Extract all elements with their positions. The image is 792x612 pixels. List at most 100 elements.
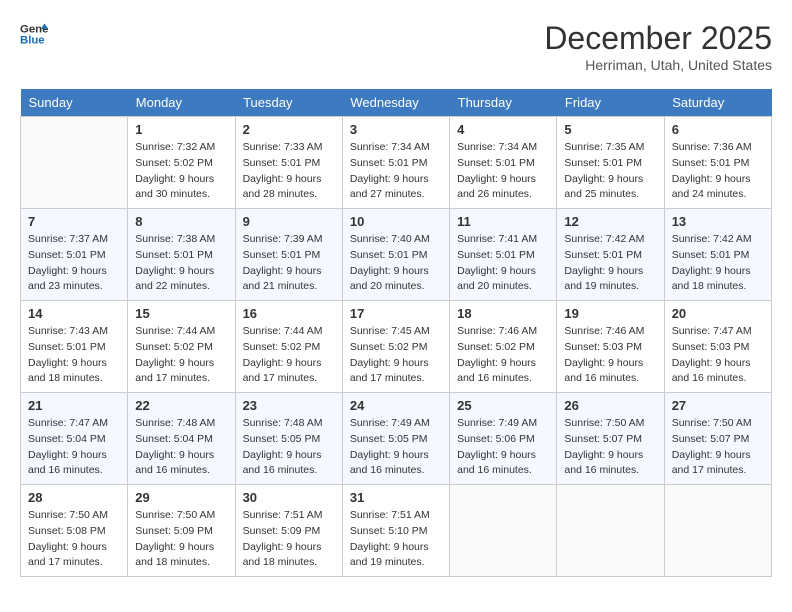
day-cell: 23 Sunrise: 7:48 AMSunset: 5:05 PMDaylig… [235, 393, 342, 485]
day-cell: 29 Sunrise: 7:50 AMSunset: 5:09 PMDaylig… [128, 485, 235, 577]
location: Herriman, Utah, United States [544, 57, 772, 73]
day-info: Sunrise: 7:34 AMSunset: 5:01 PMDaylight:… [350, 140, 442, 203]
day-info: Sunrise: 7:34 AMSunset: 5:01 PMDaylight:… [457, 140, 549, 203]
day-info: Sunrise: 7:50 AMSunset: 5:08 PMDaylight:… [28, 508, 120, 571]
header-row: SundayMondayTuesdayWednesdayThursdayFrid… [21, 89, 772, 117]
day-number: 18 [457, 306, 549, 321]
day-cell: 28 Sunrise: 7:50 AMSunset: 5:08 PMDaylig… [21, 485, 128, 577]
day-info: Sunrise: 7:43 AMSunset: 5:01 PMDaylight:… [28, 324, 120, 387]
day-info: Sunrise: 7:50 AMSunset: 5:07 PMDaylight:… [672, 416, 764, 479]
day-cell [450, 485, 557, 577]
logo: General Blue [20, 20, 48, 48]
day-cell: 15 Sunrise: 7:44 AMSunset: 5:02 PMDaylig… [128, 301, 235, 393]
day-number: 3 [350, 122, 442, 137]
day-cell: 2 Sunrise: 7:33 AMSunset: 5:01 PMDayligh… [235, 117, 342, 209]
day-cell: 26 Sunrise: 7:50 AMSunset: 5:07 PMDaylig… [557, 393, 664, 485]
day-number: 22 [135, 398, 227, 413]
col-header-thursday: Thursday [450, 89, 557, 117]
day-cell: 18 Sunrise: 7:46 AMSunset: 5:02 PMDaylig… [450, 301, 557, 393]
day-number: 13 [672, 214, 764, 229]
day-info: Sunrise: 7:51 AMSunset: 5:10 PMDaylight:… [350, 508, 442, 571]
day-cell: 8 Sunrise: 7:38 AMSunset: 5:01 PMDayligh… [128, 209, 235, 301]
day-number: 10 [350, 214, 442, 229]
day-info: Sunrise: 7:49 AMSunset: 5:05 PMDaylight:… [350, 416, 442, 479]
day-info: Sunrise: 7:41 AMSunset: 5:01 PMDaylight:… [457, 232, 549, 295]
day-number: 17 [350, 306, 442, 321]
day-cell: 1 Sunrise: 7:32 AMSunset: 5:02 PMDayligh… [128, 117, 235, 209]
day-info: Sunrise: 7:45 AMSunset: 5:02 PMDaylight:… [350, 324, 442, 387]
day-cell: 20 Sunrise: 7:47 AMSunset: 5:03 PMDaylig… [664, 301, 771, 393]
calendar-table: SundayMondayTuesdayWednesdayThursdayFrid… [20, 89, 772, 577]
day-info: Sunrise: 7:51 AMSunset: 5:09 PMDaylight:… [243, 508, 335, 571]
day-info: Sunrise: 7:40 AMSunset: 5:01 PMDaylight:… [350, 232, 442, 295]
day-number: 31 [350, 490, 442, 505]
day-info: Sunrise: 7:47 AMSunset: 5:04 PMDaylight:… [28, 416, 120, 479]
svg-text:Blue: Blue [20, 35, 45, 47]
day-number: 23 [243, 398, 335, 413]
day-info: Sunrise: 7:42 AMSunset: 5:01 PMDaylight:… [564, 232, 656, 295]
day-info: Sunrise: 7:48 AMSunset: 5:04 PMDaylight:… [135, 416, 227, 479]
day-cell: 14 Sunrise: 7:43 AMSunset: 5:01 PMDaylig… [21, 301, 128, 393]
day-number: 20 [672, 306, 764, 321]
day-cell [557, 485, 664, 577]
week-row-1: 1 Sunrise: 7:32 AMSunset: 5:02 PMDayligh… [21, 117, 772, 209]
day-info: Sunrise: 7:48 AMSunset: 5:05 PMDaylight:… [243, 416, 335, 479]
day-cell: 6 Sunrise: 7:36 AMSunset: 5:01 PMDayligh… [664, 117, 771, 209]
col-header-friday: Friday [557, 89, 664, 117]
day-info: Sunrise: 7:39 AMSunset: 5:01 PMDaylight:… [243, 232, 335, 295]
day-info: Sunrise: 7:38 AMSunset: 5:01 PMDaylight:… [135, 232, 227, 295]
day-info: Sunrise: 7:50 AMSunset: 5:09 PMDaylight:… [135, 508, 227, 571]
day-number: 19 [564, 306, 656, 321]
day-number: 6 [672, 122, 764, 137]
day-cell: 24 Sunrise: 7:49 AMSunset: 5:05 PMDaylig… [342, 393, 449, 485]
title-block: December 2025 Herriman, Utah, United Sta… [544, 20, 772, 73]
day-number: 29 [135, 490, 227, 505]
week-row-3: 14 Sunrise: 7:43 AMSunset: 5:01 PMDaylig… [21, 301, 772, 393]
day-number: 15 [135, 306, 227, 321]
day-cell: 3 Sunrise: 7:34 AMSunset: 5:01 PMDayligh… [342, 117, 449, 209]
day-number: 1 [135, 122, 227, 137]
day-info: Sunrise: 7:32 AMSunset: 5:02 PMDaylight:… [135, 140, 227, 203]
day-number: 4 [457, 122, 549, 137]
day-number: 7 [28, 214, 120, 229]
day-cell: 5 Sunrise: 7:35 AMSunset: 5:01 PMDayligh… [557, 117, 664, 209]
day-cell [21, 117, 128, 209]
week-row-4: 21 Sunrise: 7:47 AMSunset: 5:04 PMDaylig… [21, 393, 772, 485]
day-info: Sunrise: 7:46 AMSunset: 5:02 PMDaylight:… [457, 324, 549, 387]
day-cell: 4 Sunrise: 7:34 AMSunset: 5:01 PMDayligh… [450, 117, 557, 209]
day-number: 9 [243, 214, 335, 229]
day-number: 14 [28, 306, 120, 321]
day-cell: 27 Sunrise: 7:50 AMSunset: 5:07 PMDaylig… [664, 393, 771, 485]
day-info: Sunrise: 7:47 AMSunset: 5:03 PMDaylight:… [672, 324, 764, 387]
col-header-wednesday: Wednesday [342, 89, 449, 117]
day-info: Sunrise: 7:50 AMSunset: 5:07 PMDaylight:… [564, 416, 656, 479]
day-info: Sunrise: 7:46 AMSunset: 5:03 PMDaylight:… [564, 324, 656, 387]
week-row-2: 7 Sunrise: 7:37 AMSunset: 5:01 PMDayligh… [21, 209, 772, 301]
day-cell: 7 Sunrise: 7:37 AMSunset: 5:01 PMDayligh… [21, 209, 128, 301]
day-number: 30 [243, 490, 335, 505]
day-cell: 13 Sunrise: 7:42 AMSunset: 5:01 PMDaylig… [664, 209, 771, 301]
day-number: 26 [564, 398, 656, 413]
day-number: 5 [564, 122, 656, 137]
day-cell: 17 Sunrise: 7:45 AMSunset: 5:02 PMDaylig… [342, 301, 449, 393]
day-number: 16 [243, 306, 335, 321]
day-info: Sunrise: 7:36 AMSunset: 5:01 PMDaylight:… [672, 140, 764, 203]
day-number: 12 [564, 214, 656, 229]
day-number: 2 [243, 122, 335, 137]
day-number: 11 [457, 214, 549, 229]
col-header-sunday: Sunday [21, 89, 128, 117]
day-cell: 22 Sunrise: 7:48 AMSunset: 5:04 PMDaylig… [128, 393, 235, 485]
day-cell: 11 Sunrise: 7:41 AMSunset: 5:01 PMDaylig… [450, 209, 557, 301]
day-cell: 10 Sunrise: 7:40 AMSunset: 5:01 PMDaylig… [342, 209, 449, 301]
day-info: Sunrise: 7:44 AMSunset: 5:02 PMDaylight:… [243, 324, 335, 387]
day-cell: 30 Sunrise: 7:51 AMSunset: 5:09 PMDaylig… [235, 485, 342, 577]
col-header-tuesday: Tuesday [235, 89, 342, 117]
day-info: Sunrise: 7:33 AMSunset: 5:01 PMDaylight:… [243, 140, 335, 203]
day-info: Sunrise: 7:42 AMSunset: 5:01 PMDaylight:… [672, 232, 764, 295]
col-header-monday: Monday [128, 89, 235, 117]
day-number: 8 [135, 214, 227, 229]
day-info: Sunrise: 7:37 AMSunset: 5:01 PMDaylight:… [28, 232, 120, 295]
day-cell: 19 Sunrise: 7:46 AMSunset: 5:03 PMDaylig… [557, 301, 664, 393]
day-cell: 9 Sunrise: 7:39 AMSunset: 5:01 PMDayligh… [235, 209, 342, 301]
day-cell: 25 Sunrise: 7:49 AMSunset: 5:06 PMDaylig… [450, 393, 557, 485]
